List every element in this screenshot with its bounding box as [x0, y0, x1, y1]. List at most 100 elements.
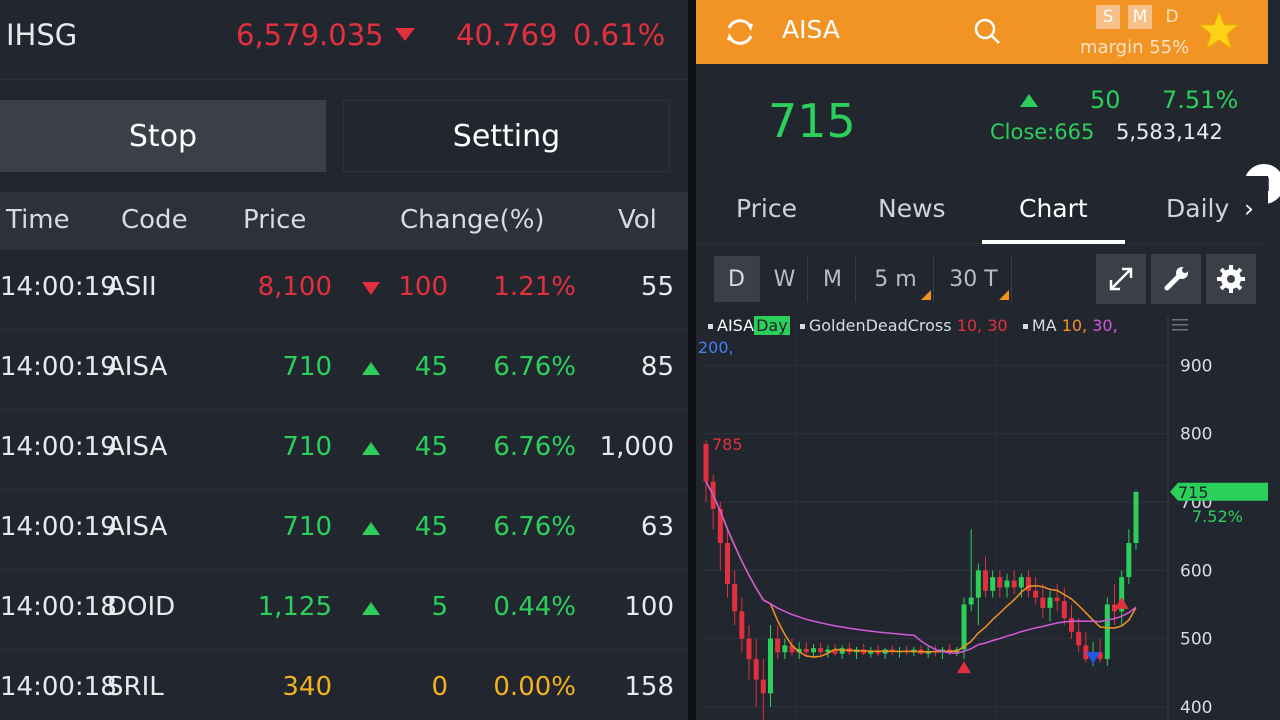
period-5min-button[interactable]: 5 m: [858, 256, 934, 302]
candle-body: [975, 570, 981, 598]
table-row[interactable]: 14:00:19 ASII 8,100 100 1.21% 55: [0, 250, 688, 330]
up-arrow-icon: [362, 442, 380, 455]
d-badge[interactable]: D: [1160, 5, 1184, 29]
menu-icon[interactable]: [1172, 318, 1188, 332]
table-row[interactable]: 14:00:18 SRIL 340 0 0.00% 158: [0, 650, 688, 720]
dropdown-corner-icon: [921, 290, 931, 300]
legend-bullet: [708, 324, 713, 329]
y-tick-label: 400: [1180, 698, 1212, 718]
detail-tabs: Price News Chart Daily ›: [696, 176, 1268, 244]
legend-bullet: [1022, 324, 1028, 329]
trade-code: SRIL: [107, 672, 164, 702]
trade-volume: 1,000: [599, 432, 674, 462]
candle-body: [1033, 590, 1039, 598]
trade-volume: 55: [640, 272, 674, 302]
trade-change-pct: 6.76%: [493, 512, 576, 542]
trade-price: 710: [282, 352, 332, 382]
down-arrow-icon: [395, 28, 415, 41]
chart-legend: AISA Day GoldenDeadCross 10, 30 MA 10, 30…: [708, 316, 1118, 335]
candle-body: [961, 604, 967, 650]
column-price[interactable]: Price: [243, 205, 306, 235]
period-month-label: M: [823, 266, 842, 292]
m-badge[interactable]: M: [1128, 5, 1152, 29]
period-5min-label: 5 m: [874, 266, 917, 292]
table-row[interactable]: 14:00:19 AISA 710 45 6.76% 63: [0, 490, 688, 570]
candle-body: [782, 645, 788, 653]
candle-body: [1061, 601, 1067, 619]
margin-label: margin 55%: [1080, 37, 1190, 58]
up-arrow-icon: [362, 522, 380, 535]
table-row[interactable]: 14:00:18 DOID 1,125 5 0.44% 100: [0, 570, 688, 650]
trade-volume: 63: [640, 512, 674, 542]
column-code[interactable]: Code: [121, 205, 188, 235]
legend-ma: MA: [1031, 316, 1057, 335]
stock-header-bar: AISA S M D margin 55%: [696, 0, 1268, 64]
index-change: 40.769: [456, 18, 558, 52]
legend-gdc: GoldenDeadCross: [808, 316, 952, 335]
trade-code: AISA: [107, 512, 168, 542]
settings-button[interactable]: [1206, 254, 1256, 304]
trade-volume: 100: [624, 592, 674, 622]
candle-body: [768, 638, 773, 694]
candle-body: [1018, 577, 1024, 588]
trade-price: 1,125: [257, 592, 332, 622]
table-row[interactable]: 14:00:19 AISA 710 45 6.76% 85: [0, 330, 688, 410]
expand-button[interactable]: [1096, 254, 1146, 304]
legend-ma30: 30,: [1092, 316, 1118, 335]
period-day-label: D: [728, 266, 745, 292]
panel-divider[interactable]: [688, 0, 696, 720]
trade-price: 8,100: [257, 272, 332, 302]
down-arrow-icon: [362, 282, 380, 295]
candle-body: [1076, 631, 1082, 646]
candle-body: [997, 577, 1003, 588]
column-time[interactable]: Time: [6, 205, 70, 235]
index-bar[interactable]: IHSG 6,579.035 40.769 0.61%: [0, 0, 688, 80]
period-week-button[interactable]: W: [762, 256, 808, 302]
period-day-button[interactable]: D: [714, 256, 760, 302]
golden-cross-marker: [1114, 596, 1129, 609]
index-value: 6,579.035: [236, 18, 384, 52]
table-row[interactable]: 14:00:19 AISA 710 45 6.76% 1,000: [0, 410, 688, 490]
last-pct-label: 7.52%: [1192, 507, 1243, 526]
star-icon[interactable]: [1198, 10, 1240, 50]
quote-summary: 715 50 7.51% Close:665 5,583,142 ◀: [696, 64, 1280, 204]
column-vol[interactable]: Vol: [618, 205, 657, 235]
trade-table-header: Time Code Price Change(%) Vol: [0, 192, 688, 250]
trade-code: ASII: [107, 272, 157, 302]
trade-time: 14:00:18: [0, 672, 117, 702]
trade-price: 710: [282, 432, 332, 462]
period-30t-label: 30 T: [949, 266, 998, 292]
chart-canvas[interactable]: 9008007006005004007853747157.52%: [696, 316, 1280, 720]
tab-news[interactable]: News: [878, 194, 946, 223]
trade-time: 14:00:19: [0, 272, 117, 302]
volume: 5,583,142: [1116, 120, 1223, 144]
chevron-right-icon[interactable]: ›: [1244, 194, 1254, 223]
up-arrow-icon: [1020, 94, 1038, 107]
trade-change-pct: 0.44%: [493, 592, 576, 622]
tools-button[interactable]: [1151, 254, 1201, 304]
candle-body: [753, 659, 759, 680]
golden-cross-marker: [957, 661, 971, 674]
stock-code[interactable]: AISA: [782, 15, 840, 44]
candle-body: [1011, 580, 1017, 588]
column-change[interactable]: Change(%): [400, 205, 545, 235]
tab-chart[interactable]: Chart: [1019, 194, 1088, 223]
stop-button[interactable]: Stop: [0, 100, 326, 172]
setting-button[interactable]: Setting: [343, 100, 670, 172]
tab-price[interactable]: Price: [736, 194, 797, 223]
search-icon[interactable]: [972, 16, 1002, 46]
s-badge[interactable]: S: [1096, 5, 1120, 29]
y-tick-label: 500: [1180, 630, 1212, 650]
period-30t-button[interactable]: 30 T: [936, 256, 1012, 302]
price-chart[interactable]: 9008007006005004007853747157.52% AISADay…: [696, 316, 1280, 720]
trade-volume: 158: [624, 672, 674, 702]
trade-time: 14:00:19: [0, 352, 117, 382]
trade-change: 45: [414, 512, 448, 542]
y-tick-label: 600: [1180, 561, 1212, 581]
tab-daily[interactable]: Daily: [1166, 194, 1229, 223]
trade-time: 14:00:19: [0, 512, 117, 542]
period-month-button[interactable]: M: [810, 256, 856, 302]
trade-change-pct: 6.76%: [493, 352, 576, 382]
refresh-icon[interactable]: [722, 14, 758, 50]
candle-body: [983, 570, 988, 591]
